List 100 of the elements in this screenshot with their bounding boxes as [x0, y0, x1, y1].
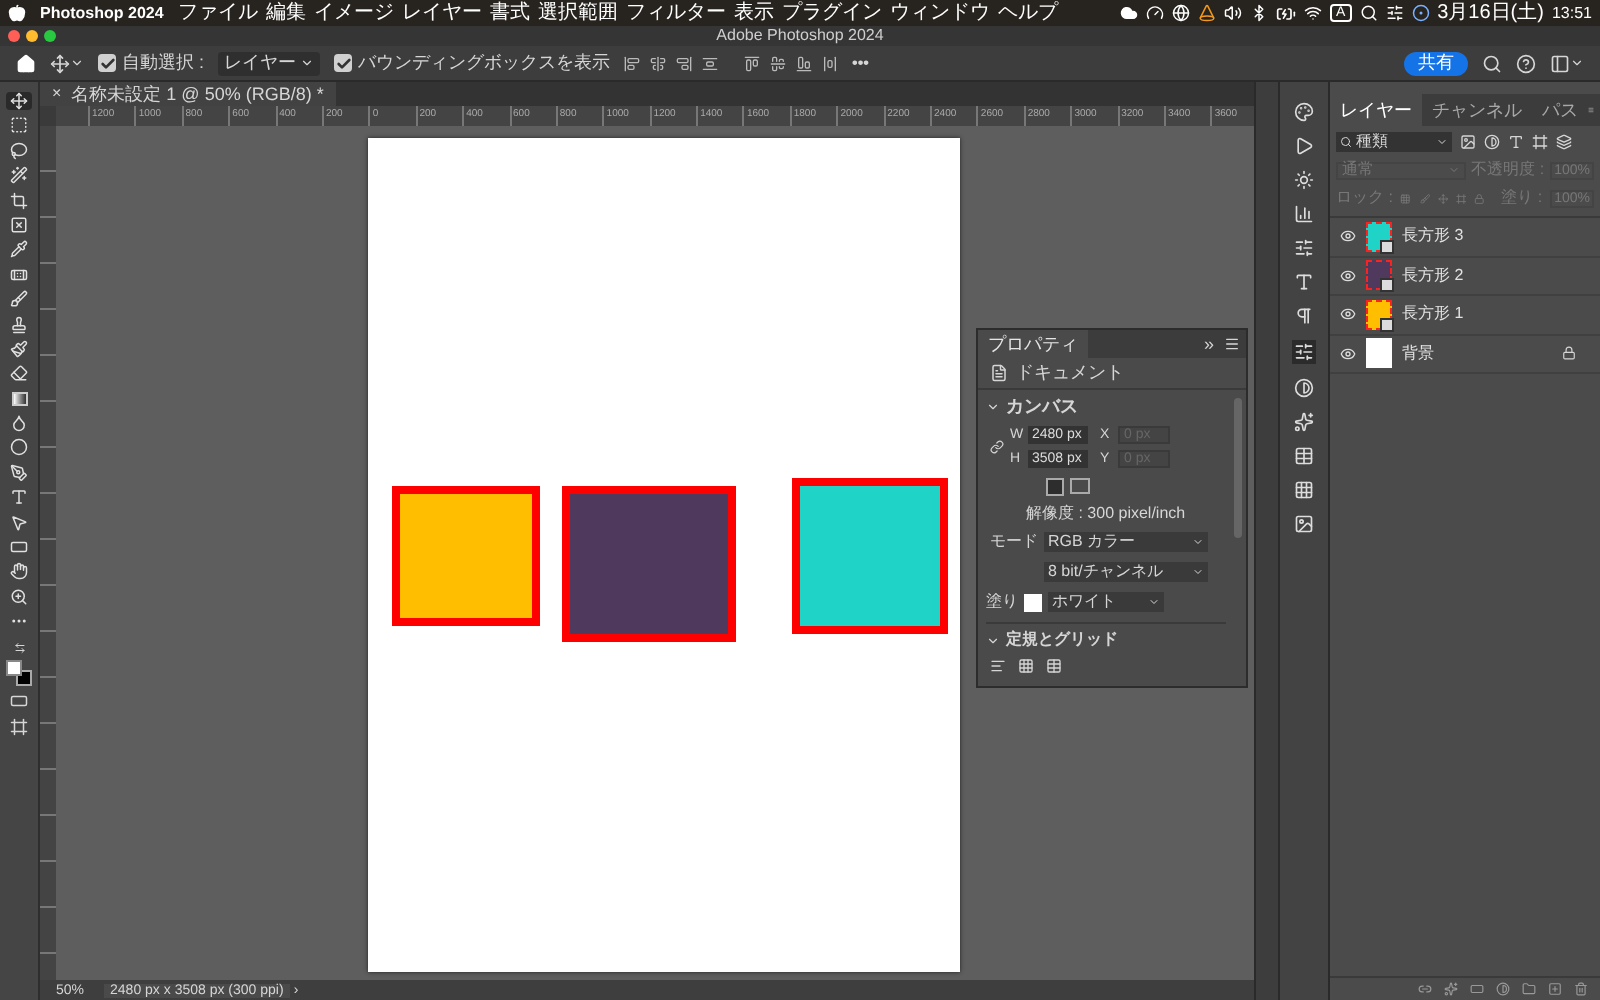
- align-right-icon[interactable]: [676, 55, 693, 71]
- distribute-icon[interactable]: [822, 55, 839, 71]
- menu-item[interactable]: 書式: [489, 3, 530, 23]
- sparkle-icon[interactable]: [1294, 412, 1314, 432]
- new-layer-icon[interactable]: [1548, 982, 1562, 996]
- paragraph-icon[interactable]: [1294, 306, 1314, 326]
- visibility-toggle[interactable]: [1338, 267, 1356, 284]
- align-center-icon[interactable]: [650, 55, 667, 71]
- cone-icon[interactable]: [1197, 4, 1216, 22]
- battery-icon[interactable]: [1275, 3, 1296, 23]
- quick-mask-icon[interactable]: [10, 692, 28, 711]
- search-icon[interactable]: [1482, 53, 1502, 73]
- align-bottom-icon[interactable]: [796, 55, 813, 71]
- rectangle-shape[interactable]: [562, 486, 736, 642]
- properties-tab[interactable]: プロパティ: [978, 330, 1088, 358]
- type-filter-icon[interactable]: [1508, 133, 1524, 149]
- cloud-icon[interactable]: [1119, 4, 1138, 22]
- menu-item[interactable]: フィルター: [625, 3, 726, 23]
- dodge-tool-icon[interactable]: [10, 438, 28, 457]
- table-icon[interactable]: [1294, 446, 1314, 466]
- close-window-button[interactable]: [8, 30, 20, 42]
- document-tab[interactable]: × 名称未設定 1 @ 50% (RGB/8) *: [40, 82, 336, 106]
- image-icon[interactable]: [1294, 514, 1314, 534]
- portrait-button[interactable]: [1046, 478, 1064, 496]
- gauge-icon[interactable]: [1145, 4, 1164, 22]
- selection-tool-icon[interactable]: [10, 513, 28, 532]
- adjustment-layer-icon[interactable]: [1496, 982, 1510, 996]
- volume-icon[interactable]: [1223, 4, 1242, 22]
- panel-menu-icon[interactable]: [1224, 336, 1240, 352]
- frame-tool-icon[interactable]: [10, 215, 28, 234]
- align-middle-icon[interactable]: [770, 55, 787, 71]
- half-circle-icon[interactable]: [1294, 378, 1314, 398]
- sun-icon[interactable]: [1294, 170, 1314, 190]
- properties-icon[interactable]: [1292, 340, 1316, 364]
- chart-icon[interactable]: [1294, 204, 1314, 224]
- checkbox[interactable]: [334, 54, 353, 72]
- link-layers-icon[interactable]: [1418, 982, 1432, 996]
- delete-icon[interactable]: [1574, 982, 1588, 996]
- auto-select-dropdown[interactable]: レイヤー: [218, 51, 321, 75]
- menu-time[interactable]: 13:51: [1551, 5, 1592, 21]
- layer-row[interactable]: 背景: [1330, 335, 1600, 374]
- wifi-icon[interactable]: [1303, 4, 1322, 22]
- section-heading[interactable]: 定規とグリッド: [1006, 632, 1118, 648]
- adjustment-filter-icon[interactable]: [1484, 133, 1500, 149]
- home-icon[interactable]: [16, 53, 36, 73]
- visibility-toggle[interactable]: [1338, 228, 1356, 245]
- group-icon[interactable]: [1522, 982, 1536, 996]
- type-tool-icon[interactable]: [10, 488, 28, 507]
- play-icon[interactable]: [1294, 136, 1314, 156]
- menu-item[interactable]: プラグイン: [781, 3, 882, 23]
- rectangle-tool-icon[interactable]: [10, 538, 28, 557]
- marquee-tool-icon[interactable]: [10, 116, 28, 135]
- section-heading[interactable]: カンバス: [1006, 398, 1078, 416]
- mask-icon[interactable]: [1470, 982, 1484, 996]
- swap-colors-icon[interactable]: [13, 641, 25, 654]
- smart-object-filter-icon[interactable]: [1556, 133, 1572, 149]
- collapse-panel-button[interactable]: »: [1199, 330, 1218, 358]
- move-tool-icon[interactable]: [50, 53, 84, 73]
- zoom-window-button[interactable]: [44, 30, 56, 42]
- share-button[interactable]: 共有: [1404, 51, 1468, 75]
- fill-dropdown[interactable]: ホワイト: [1048, 592, 1164, 612]
- brush-tool-icon[interactable]: [10, 290, 28, 309]
- lasso-tool-icon[interactable]: [10, 141, 28, 160]
- apple-icon[interactable]: [8, 4, 26, 22]
- checkbox[interactable]: [98, 54, 116, 72]
- landscape-button[interactable]: [1070, 478, 1090, 494]
- visibility-toggle[interactable]: [1338, 345, 1356, 362]
- adjustments-icon[interactable]: [1294, 238, 1314, 258]
- pen-tool-icon[interactable]: [10, 463, 28, 482]
- menu-item[interactable]: イメージ: [313, 3, 394, 23]
- fill-swatch[interactable]: [1024, 593, 1042, 611]
- eraser-tool-icon[interactable]: [10, 364, 28, 383]
- menu-date[interactable]: 3月16日(土): [1437, 3, 1544, 23]
- expand-icon[interactable]: [986, 400, 1000, 414]
- layer-row[interactable]: 長方形 3: [1330, 218, 1600, 257]
- menu-item[interactable]: ヘルプ: [997, 3, 1058, 23]
- more-options-button[interactable]: •••: [852, 55, 869, 71]
- orb-icon[interactable]: [1411, 4, 1430, 22]
- hand-tool-icon[interactable]: [10, 562, 28, 581]
- eyedropper-tool-icon[interactable]: [10, 240, 28, 259]
- layer-row[interactable]: 長方形 1: [1330, 296, 1600, 335]
- minimize-window-button[interactable]: [26, 30, 38, 42]
- grid-icon[interactable]: [1018, 658, 1034, 674]
- menu-item[interactable]: レイヤー: [401, 3, 482, 23]
- menu-item[interactable]: 選択範囲: [537, 3, 618, 23]
- menu-app-name[interactable]: Photoshop 2024: [40, 5, 164, 21]
- menu-item[interactable]: 編集: [265, 3, 306, 23]
- bluetooth-icon[interactable]: [1249, 4, 1268, 22]
- help-icon[interactable]: [1516, 53, 1536, 73]
- panel-tab[interactable]: チャンネル: [1422, 94, 1532, 126]
- close-tab-button[interactable]: ×: [52, 86, 62, 102]
- move-tool[interactable]: [6, 92, 32, 110]
- align-top-icon[interactable]: [744, 55, 761, 71]
- crop-tool-icon[interactable]: [10, 191, 28, 210]
- history-brush-tool-icon[interactable]: [10, 339, 28, 358]
- align-left-icon[interactable]: [624, 55, 641, 71]
- magic-wand-tool-icon[interactable]: [10, 166, 28, 185]
- blur-tool-icon[interactable]: [10, 414, 28, 433]
- gradient-tool[interactable]: [6, 389, 32, 408]
- effects-icon[interactable]: [1444, 982, 1458, 996]
